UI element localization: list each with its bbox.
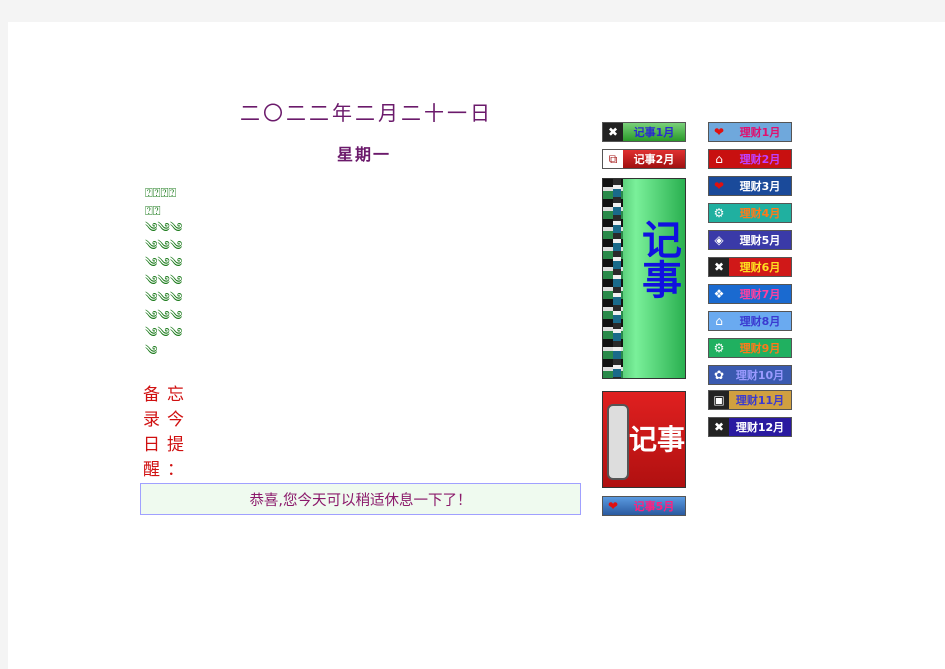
- memo-message: 恭喜,您今天可以稍适休息一下了！: [249, 492, 472, 509]
- finance-apr-label: 理财4月: [739, 207, 781, 220]
- gear-icon: ⚙: [713, 341, 725, 355]
- glyph-row: ༄༄༄: [145, 326, 183, 341]
- finance-feb-button[interactable]: ⌂ 理财2月: [708, 149, 792, 169]
- finance-mar-button[interactable]: ❤ 理财3月: [708, 176, 792, 196]
- banner-strip-inner: [613, 179, 621, 378]
- finance-oct-label: 理财10月: [735, 369, 785, 382]
- finance-dec-button[interactable]: ✖ 理财12月: [708, 417, 792, 437]
- butterfly-icon: ❖: [713, 287, 725, 301]
- finance-jun-label: 理财6月: [739, 261, 781, 274]
- cross-icon: ✖: [709, 258, 729, 276]
- date-heading: 二〇二二年二月二十一日: [240, 101, 493, 125]
- memo-label: 备忘录今日提醒：: [143, 385, 191, 480]
- glyph-row: ⍰⍰: [145, 203, 161, 219]
- finance-jan-button[interactable]: ❤ 理财1月: [708, 122, 792, 142]
- glyph-row: ༄༄༄: [145, 308, 183, 324]
- finance-feb-label: 理财2月: [739, 153, 781, 166]
- heart-icon: ❤: [713, 125, 725, 139]
- glyph-row: ༄༄༄: [145, 291, 183, 306]
- finance-oct-button[interactable]: ✿ 理财10月: [708, 365, 792, 385]
- glyph-row: ༄༄༄: [145, 256, 183, 271]
- decorative-glyphs: ⍰⍰⍰⍰ ⍰⍰ ༄༄༄ ༄༄༄ ༄༄༄ ༄༄༄ ༄༄༄ ༄༄༄ ༄༄༄ ༄: [145, 185, 205, 360]
- finance-aug-button[interactable]: ⌂ 理财8月: [708, 311, 792, 331]
- finance-sep-button[interactable]: ⚙ 理财9月: [708, 338, 792, 358]
- finance-jun-button[interactable]: ✖ 理财6月: [708, 257, 792, 277]
- finance-mar-label: 理财3月: [739, 180, 781, 193]
- glyph-row: ༄༄༄: [145, 238, 183, 254]
- notes-apr-banner[interactable]: 记事4月: [602, 391, 686, 488]
- house-icon: ⌂: [715, 152, 723, 166]
- finance-jan-label: 理财1月: [739, 126, 781, 139]
- glyph-row: ⍰⍰⍰⍰: [145, 186, 177, 201]
- finance-dec-label: 理财12月: [735, 421, 785, 434]
- finance-may-button[interactable]: ◈ 理财5月: [708, 230, 792, 250]
- notes-mar-banner[interactable]: 记事: [602, 178, 686, 379]
- finance-may-label: 理财5月: [739, 234, 781, 247]
- cross-icon: ✖: [603, 123, 623, 141]
- notes-apr-title: 记事4月: [629, 423, 686, 456]
- banner-ornament: [607, 404, 629, 480]
- gear-icon: ⚙: [713, 206, 725, 220]
- heart-icon: ❤: [607, 499, 619, 513]
- square-icon: ⧉: [603, 150, 623, 168]
- finance-nov-button[interactable]: ▣ 理财11月: [708, 390, 792, 410]
- diamond-icon: ◈: [714, 233, 724, 247]
- heart-icon: ❤: [713, 179, 725, 193]
- cross-icon: ✖: [709, 418, 729, 436]
- monitor-icon: ▣: [709, 391, 729, 409]
- house-icon: ⌂: [715, 314, 723, 328]
- glyph-row: ༄༄༄: [145, 221, 183, 236]
- glyph-row: ༄: [145, 343, 158, 359]
- notes-feb-button[interactable]: ⧉ 记事2月: [602, 149, 686, 169]
- notes-may-label: 记事5月: [633, 500, 675, 513]
- flower-icon: ✿: [713, 368, 725, 382]
- notes-may-button[interactable]: ❤ 记事5月: [602, 496, 686, 516]
- notes-feb-label: 记事2月: [633, 153, 675, 166]
- finance-jul-label: 理财7月: [739, 288, 781, 301]
- finance-sep-label: 理财9月: [739, 342, 781, 355]
- memo-message-box: 恭喜,您今天可以稍适休息一下了！: [140, 483, 581, 515]
- finance-apr-button[interactable]: ⚙ 理财4月: [708, 203, 792, 223]
- notes-mar-title: 记事: [635, 219, 681, 299]
- weekday-heading: 星期一: [337, 145, 392, 164]
- finance-aug-label: 理财8月: [739, 315, 781, 328]
- notes-jan-label: 记事1月: [633, 126, 675, 139]
- finance-jul-button[interactable]: ❖ 理财7月: [708, 284, 792, 304]
- notes-jan-button[interactable]: ✖ 记事1月: [602, 122, 686, 142]
- finance-nov-label: 理财11月: [735, 394, 785, 407]
- glyph-row: ༄༄༄: [145, 273, 183, 289]
